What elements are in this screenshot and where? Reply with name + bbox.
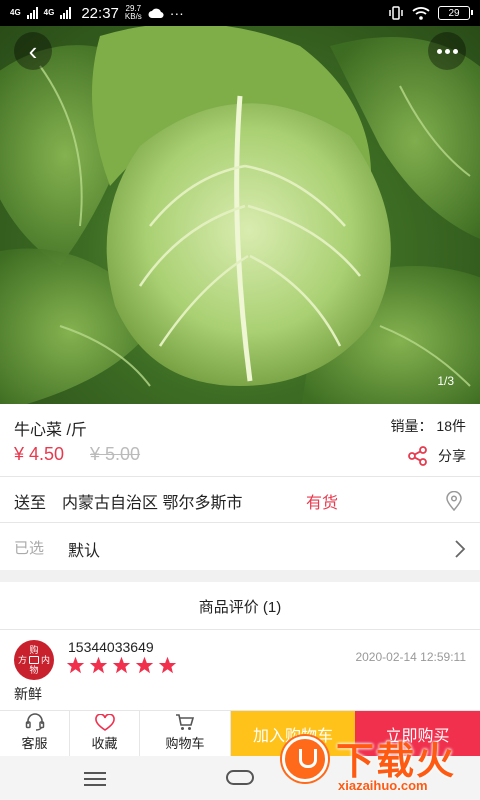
cart-button[interactable]: 购物车	[140, 711, 231, 756]
product-detail-screen: 4G 4G 22:37 29.7 KB/s ··· 29 ‹ 1/3 牛心菜 /…	[0, 0, 480, 800]
more-dot-icon	[436, 48, 442, 54]
more-status-dots: ···	[169, 5, 184, 21]
customer-service-button[interactable]: 客服	[0, 711, 70, 756]
reviews-header[interactable]: 商品评价 (1)	[0, 583, 480, 629]
chevron-right-icon	[455, 540, 466, 558]
star-icon	[135, 656, 154, 674]
more-options-button[interactable]	[428, 32, 466, 70]
back-button[interactable]: ‹	[14, 32, 52, 70]
favorite-label: 收藏	[91, 736, 118, 751]
share-icon	[408, 446, 427, 466]
heart-icon	[94, 714, 115, 731]
star-icon	[158, 656, 177, 674]
selected-label: 已选	[14, 540, 45, 557]
ship-to-label: 送至	[14, 495, 47, 512]
network-type-1: 4G	[10, 8, 21, 17]
battery-icon: 29	[438, 6, 473, 20]
avatar: 购 方内 物	[14, 640, 54, 680]
section-gap	[0, 570, 480, 582]
share-label: 分享	[438, 448, 466, 464]
product-info: 牛心菜 /斤 销量： 18件 ¥ 4.50 ¥ 5.00 分享	[0, 404, 480, 476]
cart-mini-icon	[29, 656, 39, 664]
spec-select-row[interactable]: 已选 默认	[0, 523, 480, 569]
wifi-icon	[412, 7, 430, 20]
chevron-left-icon: ‹	[28, 36, 38, 66]
original-price: ¥ 5.00	[90, 444, 141, 464]
selected-value: 默认	[68, 543, 101, 560]
image-pager: 1/3	[437, 374, 454, 388]
cloud-icon	[148, 8, 164, 19]
stock-status: 有货	[306, 495, 339, 512]
clock: 22:37	[81, 4, 119, 22]
cabbage-image	[0, 26, 480, 404]
network-speed: 29.7 KB/s	[124, 4, 142, 21]
star-icon	[112, 656, 131, 674]
sales-count: 销量： 18件	[390, 418, 466, 434]
cart-icon	[176, 714, 195, 730]
signal-icon	[26, 7, 38, 19]
network-type-2: 4G	[43, 8, 55, 17]
watermark-logo-icon	[282, 736, 328, 782]
ship-address: 内蒙古自治区 鄂尔多斯市	[62, 495, 243, 512]
signal-icon-2	[60, 7, 72, 19]
watermark: 下载火 xiazaihuo.com	[282, 730, 472, 796]
review-date: 2020-02-14 12:59:11	[355, 650, 466, 664]
current-price: ¥ 4.50	[14, 444, 65, 464]
product-image-carousel[interactable]: ‹ 1/3	[0, 26, 480, 404]
cart-label: 购物车	[165, 736, 205, 751]
recent-apps-button[interactable]	[84, 772, 106, 790]
star-icon	[89, 656, 108, 674]
vibrate-icon	[389, 6, 403, 20]
product-name: 牛心菜 /斤	[14, 422, 87, 439]
star-icon	[66, 656, 85, 674]
status-bar: 4G 4G 22:37 29.7 KB/s ··· 29	[0, 0, 480, 26]
location-pin-icon	[446, 491, 462, 511]
review-item: 购 方内 物 15344033649 2020-02-14 12:59:11 新…	[0, 630, 480, 710]
home-button[interactable]	[226, 770, 254, 785]
watermark-title: 下载火	[336, 741, 457, 783]
favorite-button[interactable]: 收藏	[70, 711, 140, 756]
headset-icon	[25, 713, 44, 731]
rating-stars	[66, 656, 177, 674]
review-text: 新鲜	[14, 686, 42, 702]
service-label: 客服	[21, 736, 48, 751]
watermark-site: xiazaihuo.com	[338, 778, 428, 793]
reviews-title: 商品评价 (1)	[198, 598, 282, 616]
reviewer-name: 15344033649	[68, 639, 154, 655]
share-button[interactable]: 分享	[408, 446, 466, 466]
shipping-row[interactable]: 送至 内蒙古自治区 鄂尔多斯市 有货	[0, 477, 480, 522]
